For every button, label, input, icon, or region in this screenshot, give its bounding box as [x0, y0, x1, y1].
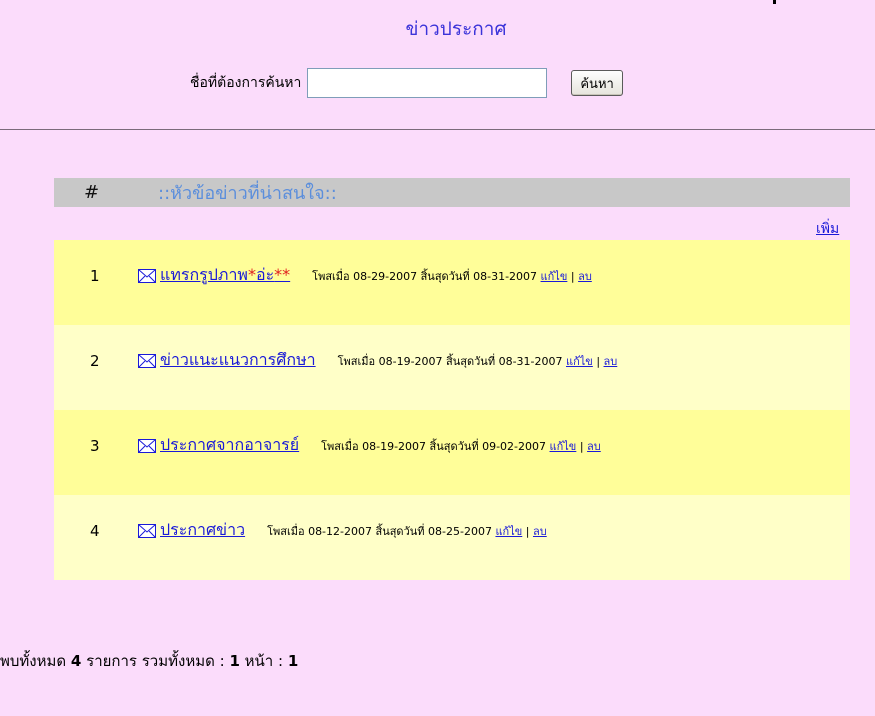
- table-header: # ::หัวข้อข่าวที่น่าสนใจ::: [54, 178, 850, 207]
- divider: [0, 129, 875, 130]
- header-number: #: [84, 182, 100, 203]
- row-meta: โพสเมื่อ 08-19-2007 สิ้นสุดวันที่ 08-31-…: [338, 352, 618, 370]
- news-row: 2 ข่าวแนะแนวการศึกษา โพสเมื่อ 08-19-2007…: [54, 325, 850, 410]
- separator: |: [525, 524, 530, 538]
- header-title: ::หัวข้อข่าวที่น่าสนใจ::: [158, 183, 337, 204]
- news-title-text: แทรกรูปภาพ: [160, 265, 248, 284]
- row-meta: โพสเมื่อ 08-12-2007 สิ้นสุดวันที่ 08-25-…: [267, 522, 547, 540]
- row-number: 1: [90, 266, 100, 285]
- search-input[interactable]: [307, 68, 548, 98]
- envelope-icon: [138, 268, 156, 283]
- row-meta: โพสเมื่อ 08-29-2007 สิ้นสุดวันที่ 08-31-…: [312, 267, 592, 285]
- edit-link[interactable]: แก้ไข: [566, 355, 593, 368]
- add-news-link[interactable]: เพิ่ม: [816, 218, 839, 240]
- news-row: 4 ประกาศข่าว โพสเมื่อ 08-12-2007 สิ้นสุด…: [54, 495, 850, 580]
- post-dates: โพสเมื่อ 08-12-2007 สิ้นสุดวันที่ 08-25-…: [267, 524, 492, 538]
- envelope-icon: [138, 438, 156, 453]
- star-mark: *: [247, 265, 256, 284]
- search-label: ชื่อที่ต้องการค้นหา: [190, 75, 302, 91]
- current-page: 1: [287, 652, 299, 670]
- delete-link[interactable]: ลบ: [578, 270, 592, 283]
- page-label: หน้า :: [244, 652, 284, 670]
- envelope-icon: [138, 353, 156, 368]
- news-row: 3 ประกาศจากอาจารย์ โพสเมื่อ 08-19-2007 ส…: [54, 410, 850, 495]
- search-button[interactable]: ค้นหา: [571, 70, 623, 96]
- edit-link[interactable]: แก้ไข: [550, 440, 577, 453]
- star-mark: **: [274, 265, 291, 284]
- separator: |: [570, 269, 575, 283]
- result-summary: พบทั้งหมด 4 รายการ รวมทั้งหมด : 1 หน้า :…: [0, 649, 298, 673]
- separator: |: [596, 354, 601, 368]
- delete-link[interactable]: ลบ: [604, 355, 618, 368]
- news-title-link[interactable]: ประกาศจากอาจารย์: [160, 433, 299, 458]
- news-row: 1 แทรกรูปภาพ*อ่ะ** โพสเมื่อ 08-29-2007 ส…: [54, 240, 850, 325]
- found-prefix: พบทั้งหมด: [0, 652, 67, 670]
- news-list: 1 แทรกรูปภาพ*อ่ะ** โพสเมื่อ 08-29-2007 ส…: [54, 240, 850, 580]
- news-title-link[interactable]: แทรกรูปภาพ*อ่ะ**: [160, 263, 290, 288]
- post-dates: โพสเมื่อ 08-19-2007 สิ้นสุดวันที่ 08-31-…: [337, 354, 563, 368]
- post-dates: โพสเมื่อ 08-29-2007 สิ้นสุดวันที่ 08-31-…: [312, 269, 538, 283]
- delete-link[interactable]: ลบ: [587, 440, 601, 453]
- total-pages: 1: [229, 652, 240, 670]
- separator: |: [579, 439, 584, 453]
- row-number: 2: [90, 351, 100, 370]
- edit-link[interactable]: แก้ไข: [495, 525, 522, 538]
- found-suffix: รายการ รวมทั้งหมด :: [86, 652, 225, 670]
- decor-dot: [773, 0, 776, 4]
- post-dates: โพสเมื่อ 08-19-2007 สิ้นสุดวันที่ 09-02-…: [321, 439, 547, 453]
- row-meta: โพสเมื่อ 08-19-2007 สิ้นสุดวันที่ 09-02-…: [321, 437, 601, 455]
- row-number: 4: [90, 521, 100, 540]
- delete-link[interactable]: ลบ: [533, 525, 547, 538]
- news-title-link[interactable]: ประกาศข่าว: [160, 518, 245, 543]
- found-count: 4: [70, 652, 82, 670]
- news-title-extra: อ่ะ: [255, 265, 275, 284]
- page-title: ข่าวประกาศ: [405, 18, 507, 40]
- edit-link[interactable]: แก้ไข: [541, 270, 568, 283]
- search-bar: ชื่อที่ต้องการค้นหา ค้นหา: [190, 66, 623, 100]
- envelope-icon: [138, 523, 156, 538]
- row-number: 3: [90, 436, 100, 455]
- news-title-link[interactable]: ข่าวแนะแนวการศึกษา: [160, 348, 316, 373]
